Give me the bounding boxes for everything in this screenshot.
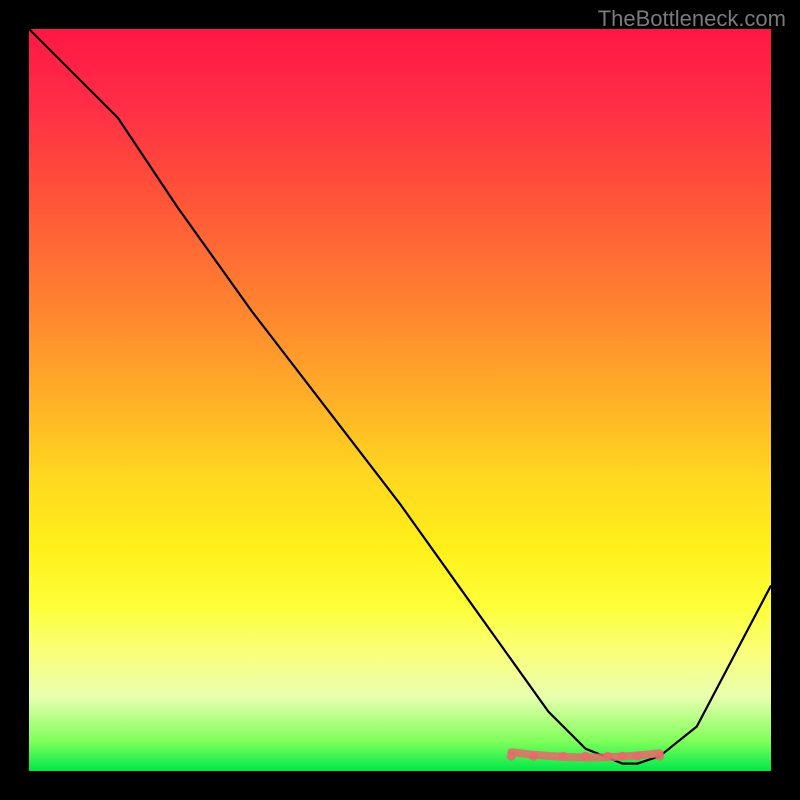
valley-marker-dot [507, 752, 516, 761]
watermark-text: TheBottleneck.com [598, 6, 786, 32]
valley-marker-dot [633, 752, 642, 761]
valley-marker-dot [559, 752, 568, 761]
valley-marker-dot [529, 752, 538, 761]
chart-plot-area [29, 29, 771, 771]
valley-marker-dot [655, 752, 664, 761]
valley-marker-dot [603, 752, 612, 761]
valley-marker-dots [507, 752, 664, 761]
valley-marker-dot [618, 752, 627, 761]
chart-svg [29, 29, 771, 771]
bottleneck-curve-line [29, 29, 771, 764]
valley-marker-dot [581, 752, 590, 761]
